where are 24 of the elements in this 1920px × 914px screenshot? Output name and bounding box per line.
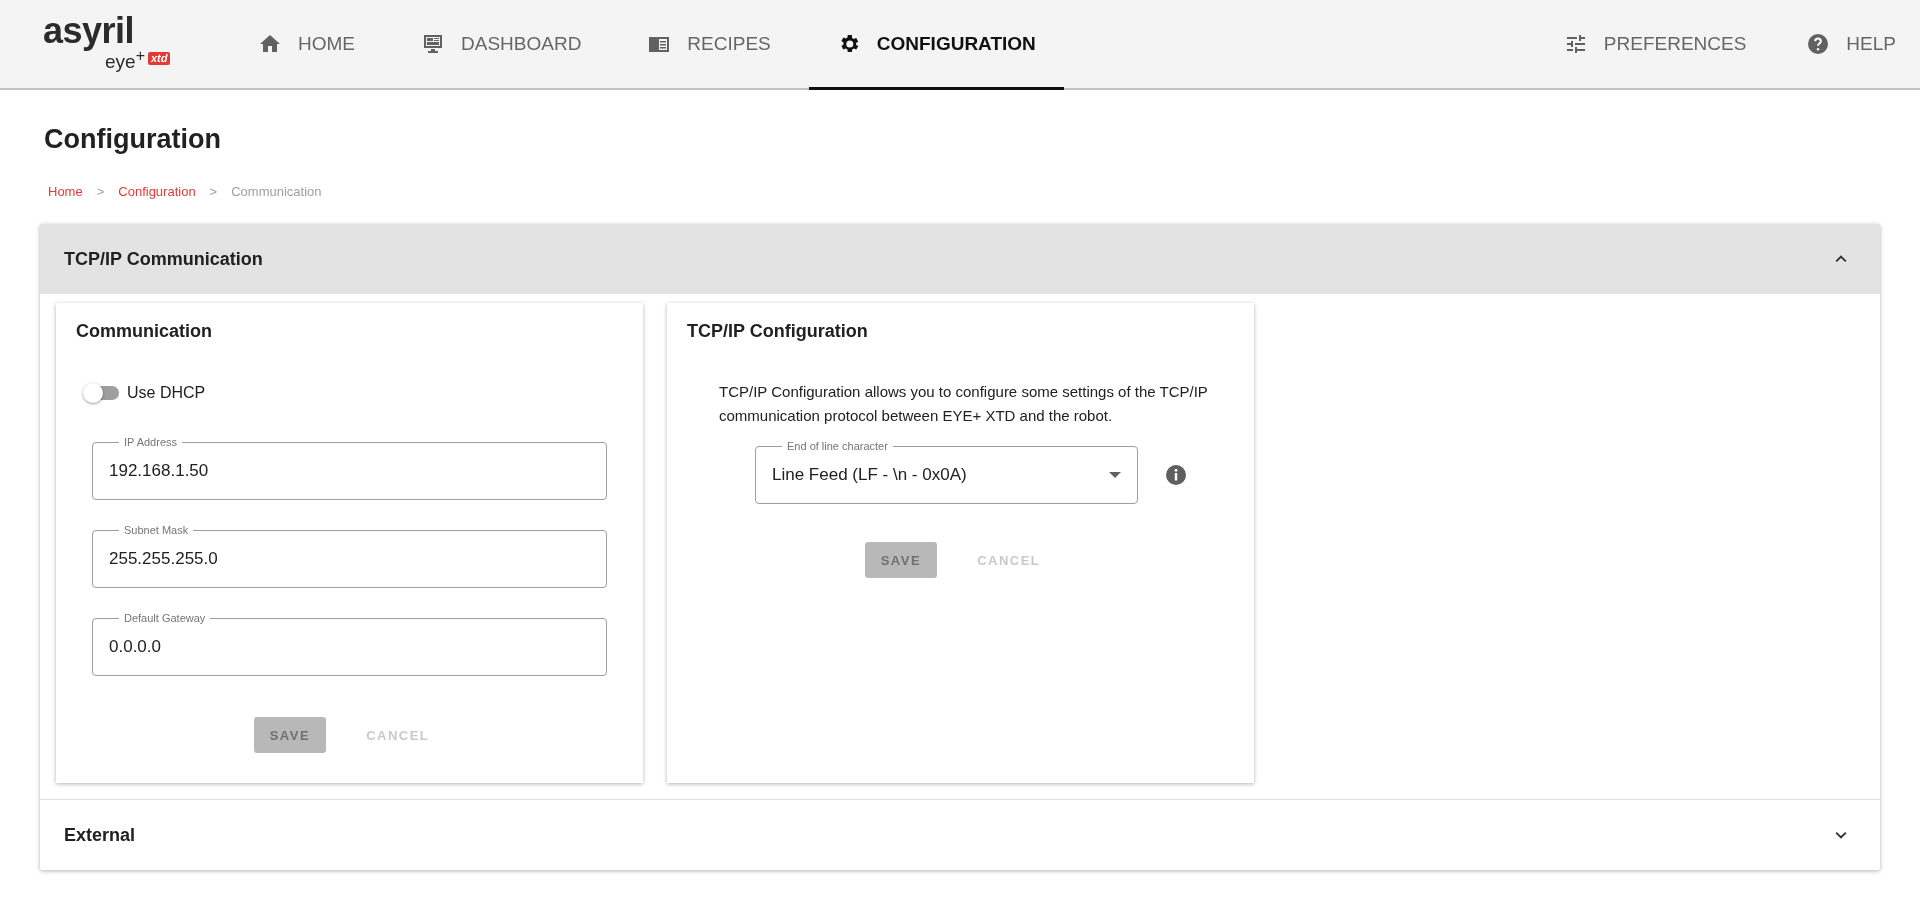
dhcp-toggle[interactable]: Use DHCP	[85, 384, 206, 402]
card-title: TCP/IP Configuration	[687, 321, 869, 342]
nav-tab[interactable]: DASHBOARD	[393, 0, 610, 90]
breadcrumb-separator: >	[209, 184, 218, 201]
card-title: Communication	[76, 321, 213, 342]
breadcrumb-item[interactable]: Configuration	[118, 184, 196, 224]
logo-badge: xtd	[147, 52, 171, 66]
breadcrumb-item[interactable]: Home	[48, 184, 83, 224]
page-title: Configuration	[43, 123, 222, 152]
nav-tab[interactable]: HOME	[230, 0, 383, 90]
breadcrumb-item: Communication	[231, 184, 322, 201]
section-title: TCP/IP Communication	[64, 248, 263, 270]
nav-tab[interactable]: CONFIGURATION	[808, 0, 1064, 90]
description-text: TCP/IP Configuration allows you to configure some settings of the TCP/IP communication protocol between EYE+ XTD and the robot.	[719, 382, 1209, 426]
info-icon[interactable]	[1164, 463, 1188, 487]
dropdown-arrow-icon	[1109, 472, 1121, 478]
breadcrumb-separator: >	[96, 184, 105, 201]
nav-tab[interactable]: HELP	[1770, 0, 1920, 90]
nav-tab[interactable]: PREFERENCES	[1527, 0, 1771, 90]
section-header[interactable]: TCP/IP Communication	[40, 224, 1880, 294]
nav-tab[interactable]: RECIPES	[619, 0, 799, 90]
help-icon	[1806, 31, 1831, 56]
section-header[interactable]: External	[40, 799, 1880, 870]
section-title: External	[64, 824, 136, 846]
